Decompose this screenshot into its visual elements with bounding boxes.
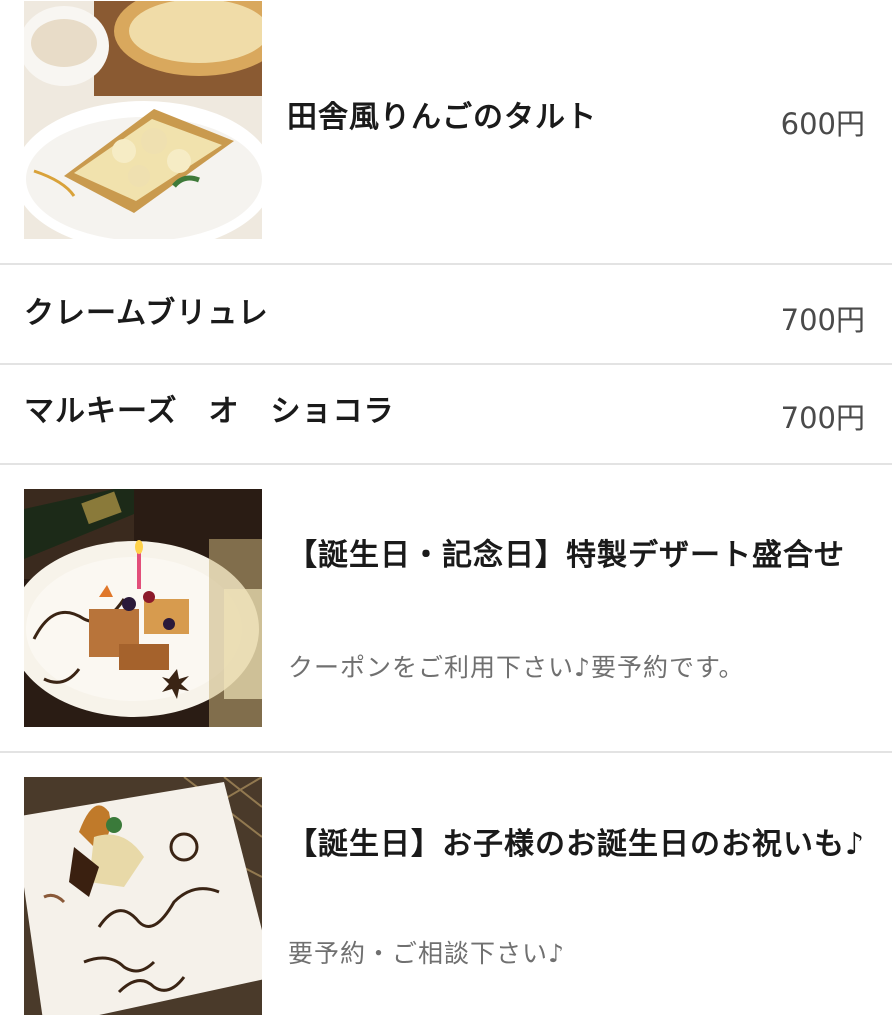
menu-item-price: 600円 xyxy=(780,107,865,141)
menu-item-name: マルキーズ オ ショコラ xyxy=(24,394,395,429)
menu-item-creme-brulee[interactable]: クレームブリュレ 700円 xyxy=(0,265,892,363)
apple-tart-photo xyxy=(24,1,262,239)
menu-item-name: 【誕生日・記念日】特製デザート盛合せ xyxy=(287,538,845,573)
dessert-menu-list: 田舎風りんごのタルト 600円 クレームブリュレ 700円 マルキーズ オ ショ… xyxy=(0,0,892,1024)
menu-item-name: 田舎風りんごのタルト xyxy=(287,100,597,135)
menu-item-name: 【誕生日】お子様のお誕生日のお祝いも♪ xyxy=(287,827,866,862)
menu-item-kids-birthday[interactable]: 【誕生日】お子様のお誕生日のお祝いも♪ 要予約・ご相談下さい♪ xyxy=(0,753,892,1024)
menu-item-price: 700円 xyxy=(780,401,865,435)
menu-item-price: 700円 xyxy=(780,303,865,337)
menu-item-name: クレームブリュレ xyxy=(24,296,269,331)
menu-item-description: クーポンをご利用下さい♪要予約です。 xyxy=(288,653,745,682)
birthday-dessert-plate-photo xyxy=(24,489,262,727)
menu-item-description: 要予約・ご相談下さい♪ xyxy=(288,939,565,968)
menu-item-apple-tart[interactable]: 田舎風りんごのタルト 600円 xyxy=(0,0,892,264)
menu-item-birthday-dessert-platter[interactable]: 【誕生日・記念日】特製デザート盛合せ クーポンをご利用下さい♪要予約です。 xyxy=(0,465,892,751)
menu-item-marquise-au-chocolat[interactable]: マルキーズ オ ショコラ 700円 xyxy=(0,365,892,463)
kids-birthday-plate-photo xyxy=(24,777,262,1015)
